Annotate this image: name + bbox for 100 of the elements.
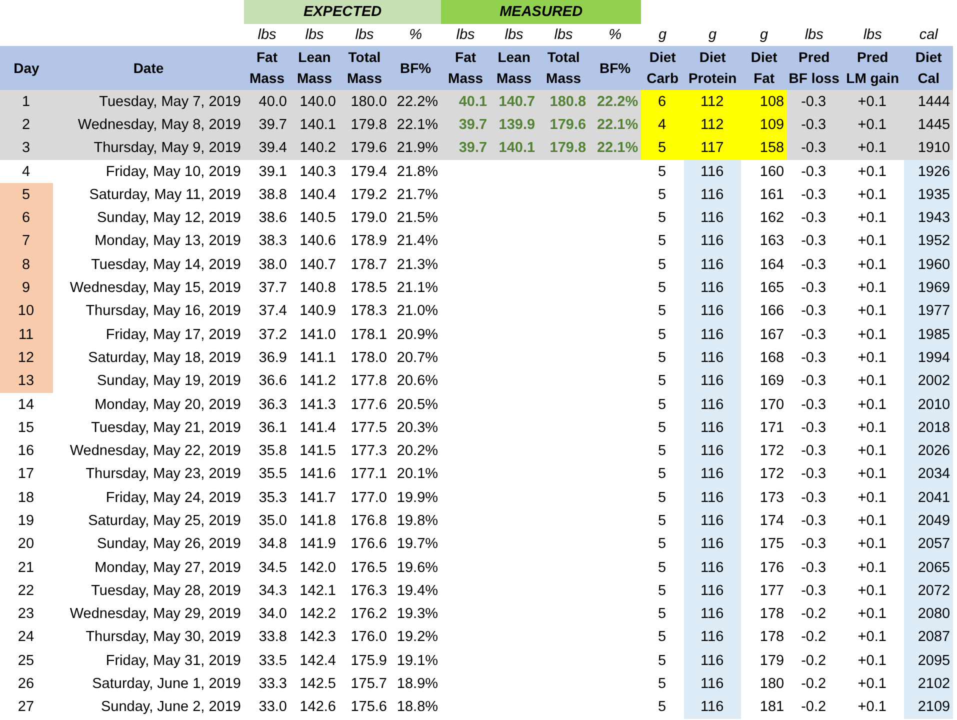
table-cell: 4	[0, 160, 53, 184]
group-header: EXPECTED	[244, 0, 442, 24]
table-cell: 22.2%	[390, 90, 442, 114]
table-cell: 116	[684, 183, 742, 206]
table-cell: 39.7	[244, 113, 290, 137]
table-cell: 6	[641, 90, 684, 114]
column-header: Fat Mass	[244, 46, 290, 90]
table-cell: -0.3	[787, 90, 842, 114]
table-cell: 2109	[904, 696, 954, 720]
table-cell: 39.4	[244, 136, 290, 160]
unit-label: lbs	[787, 24, 842, 46]
table-cell: 39.7	[441, 113, 490, 137]
column-header: Date	[53, 46, 244, 90]
unit-label: lbs	[538, 24, 590, 46]
table-cell: 1910	[904, 136, 954, 160]
table-cell: 5	[641, 160, 684, 184]
table-cell: 2065	[904, 556, 954, 580]
table-cell: 108	[741, 90, 788, 114]
table-cell: 116	[684, 206, 742, 230]
column-header: Total Mass	[538, 46, 590, 90]
table-cell: 109	[741, 113, 788, 137]
unit-label: cal	[904, 24, 954, 46]
table-cell: 39.7	[441, 136, 490, 160]
table-cell: 179.6	[339, 136, 390, 160]
column-header: Total Mass	[339, 46, 390, 90]
table-cell: 2041	[904, 486, 954, 510]
table-cell: 1969	[904, 276, 954, 300]
table-cell: 5	[0, 183, 53, 206]
column-header: Day	[0, 46, 53, 90]
table-cell: 2057	[904, 532, 954, 556]
table-cell: 116	[684, 370, 742, 393]
table-cell: -0.3	[787, 113, 842, 137]
table-cell: 22.1%	[390, 113, 442, 137]
table-cell: 1926	[904, 160, 954, 184]
table-cell: 116	[684, 439, 742, 463]
column-header: Lean Mass	[490, 46, 538, 90]
unit-label: g	[741, 24, 788, 46]
column-header: Pred LM gain	[841, 46, 904, 90]
table-cell: 22.2%	[589, 90, 642, 114]
table-cell: 1444	[904, 90, 954, 114]
table-cell: 2049	[904, 509, 954, 533]
table-cell: 179.6	[538, 113, 590, 137]
table-cell: 9	[0, 276, 53, 300]
table-cell: 2026	[904, 439, 954, 463]
unit-label: g	[684, 24, 742, 46]
table-cell: Wednesday, May 8, 2019	[53, 113, 244, 137]
table-cell: 1960	[904, 253, 954, 276]
column-header: Pred BF loss	[787, 46, 842, 90]
table-cell: 116	[684, 276, 742, 300]
table-cell: 1952	[904, 230, 954, 254]
table-cell: 140.7	[490, 90, 538, 114]
table-cell: 2018	[904, 416, 954, 440]
table-cell: 2034	[904, 462, 954, 486]
table-cell: 1994	[904, 346, 954, 370]
column-header: Fat Mass	[441, 46, 490, 90]
table-cell: 116	[684, 649, 742, 672]
table-cell: 1977	[904, 300, 954, 323]
table-cell: 140.2	[290, 136, 339, 160]
table-cell: 1985	[904, 322, 954, 346]
table-cell: 179.8	[538, 136, 590, 160]
table-cell: 12	[0, 346, 53, 370]
table-cell: 116	[684, 416, 742, 440]
table-cell: 116	[684, 392, 742, 416]
table-cell: 158	[741, 136, 788, 160]
column-header: Diet Protein	[684, 46, 742, 90]
table-cell: 140.0	[290, 90, 339, 114]
table-cell: 22.1%	[589, 113, 642, 137]
table-cell: 116	[684, 556, 742, 580]
unit-label: %	[589, 24, 642, 46]
column-header: Diet Carb	[641, 46, 684, 90]
group-header: MEASURED	[441, 0, 642, 24]
table-cell: 1445	[904, 113, 954, 137]
table-cell: 139.9	[490, 113, 538, 137]
table-cell: 40.1	[441, 90, 490, 114]
table-cell: 140.1	[290, 113, 339, 137]
column-header: Diet Fat	[741, 46, 788, 90]
table-cell: 116	[684, 626, 742, 650]
table-cell: 116	[684, 300, 742, 323]
table-cell: 116	[684, 696, 742, 720]
table-cell: 2002	[904, 370, 954, 393]
table-cell: +0.1	[841, 90, 904, 114]
table-cell: 116	[684, 322, 742, 346]
table-cell: 2010	[904, 392, 954, 416]
unit-label: lbs	[339, 24, 390, 46]
table-cell: 140.1	[490, 136, 538, 160]
table-cell: 10	[0, 300, 53, 323]
table-cell: 8	[0, 253, 53, 276]
table-cell: 116	[684, 672, 742, 696]
table-cell: 2	[0, 113, 53, 137]
column-header: Lean Mass	[290, 46, 339, 90]
table-cell: 1	[0, 90, 53, 114]
table-cell: 13	[0, 370, 53, 393]
table-cell: 2095	[904, 649, 954, 672]
table-cell: 6	[0, 206, 53, 230]
table-cell: Friday, May 10, 2019	[53, 160, 244, 184]
table-cell: 1943	[904, 206, 954, 230]
table-cell: -0.3	[787, 136, 842, 160]
unit-label: g	[641, 24, 684, 46]
table-cell: 116	[684, 346, 742, 370]
unit-label: lbs	[490, 24, 538, 46]
